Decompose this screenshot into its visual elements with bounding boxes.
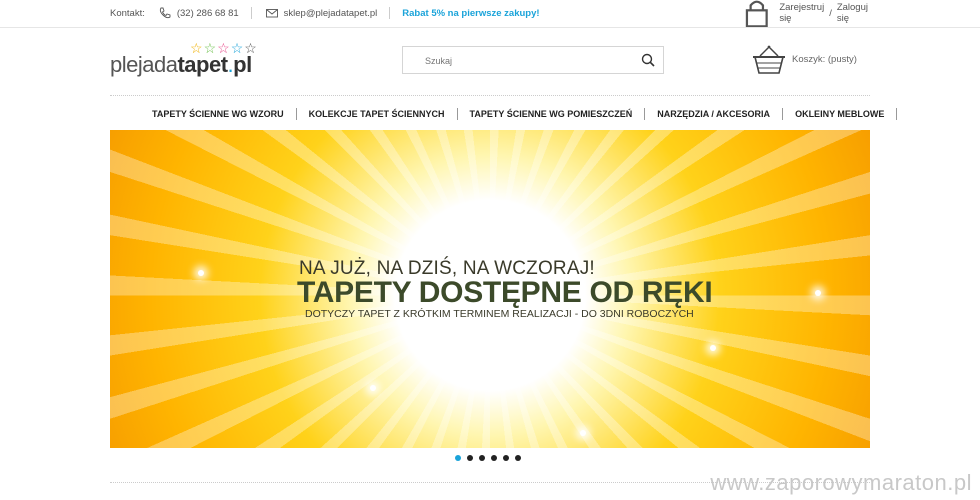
- nav-item-tapety-wg-wzoru[interactable]: TAPETY ŚCIENNE WG WZORU: [140, 109, 296, 119]
- promo-text: Rabat 5% na pierwsze zakupy!: [402, 7, 540, 19]
- basket-icon: [753, 45, 785, 74]
- sparkle: [370, 385, 376, 391]
- hero-banner[interactable]: NA JUŻ, NA DZIŚ, NA WCZORAJ! TAPETY DOST…: [110, 130, 870, 448]
- logo-text: plejadatapet.pl: [110, 52, 252, 77]
- search-icon[interactable]: [641, 53, 655, 67]
- sparkle: [815, 290, 821, 296]
- phone-icon: [159, 7, 171, 19]
- cart-label: Koszyk: (pusty): [792, 54, 857, 65]
- banner-line-3: DOTYCZY TAPET Z KRÓTKIM TERMINEM REALIZA…: [305, 308, 694, 320]
- divider: [250, 7, 252, 19]
- phone-number[interactable]: (32) 286 68 81: [177, 8, 239, 19]
- nav-divider: [110, 95, 870, 96]
- sparkle: [580, 430, 586, 436]
- slider-dot[interactable]: [455, 455, 461, 461]
- slider-dot[interactable]: [515, 455, 521, 461]
- account-links: Zarejestruj się / Zaloguj się: [742, 0, 868, 28]
- main-nav: TAPETY ŚCIENNE WG WZORU KOLEKCJE TAPET Ś…: [140, 103, 898, 125]
- email-link[interactable]: sklep@plejadatapet.pl: [284, 8, 378, 19]
- slider-dot[interactable]: [467, 455, 473, 461]
- slider-dot[interactable]: [491, 455, 497, 461]
- contact-label: Kontakt:: [110, 7, 145, 19]
- search-input[interactable]: [423, 47, 647, 75]
- sparkle: [710, 345, 716, 351]
- nav-item-okleiny[interactable]: OKLEINY MEBLOWE: [783, 109, 896, 119]
- slash-separator: /: [829, 7, 832, 19]
- slider-dot[interactable]: [479, 455, 485, 461]
- nav-item-pomieszczenia[interactable]: TAPETY ŚCIENNE WG POMIESZCZEŃ: [458, 109, 645, 119]
- banner-headline: TAPETY DOSTĘPNE OD RĘKI: [297, 276, 713, 309]
- site-logo[interactable]: ☆☆☆☆☆ plejadatapet.pl: [110, 40, 280, 80]
- nav-item-kolekcje[interactable]: KOLEKCJE TAPET ŚCIENNYCH: [297, 109, 457, 119]
- slider-dots: [455, 455, 521, 461]
- register-link[interactable]: Zarejestruj się: [779, 2, 824, 24]
- cart[interactable]: Koszyk: (pusty): [752, 44, 857, 76]
- login-link[interactable]: Zaloguj się: [837, 2, 868, 24]
- watermark: www.zaporowymaraton.pl: [710, 470, 972, 495]
- nav-separator: [896, 108, 898, 120]
- nav-item-narzedzia[interactable]: NARZĘDZIA / AKCESORIA: [645, 109, 782, 119]
- lock-icon: [745, 0, 768, 28]
- slider-dot[interactable]: [503, 455, 509, 461]
- top-divider: [0, 27, 980, 28]
- envelope-icon: [265, 9, 278, 18]
- sparkle: [198, 270, 204, 276]
- search-box: [402, 46, 664, 75]
- divider: [389, 7, 391, 19]
